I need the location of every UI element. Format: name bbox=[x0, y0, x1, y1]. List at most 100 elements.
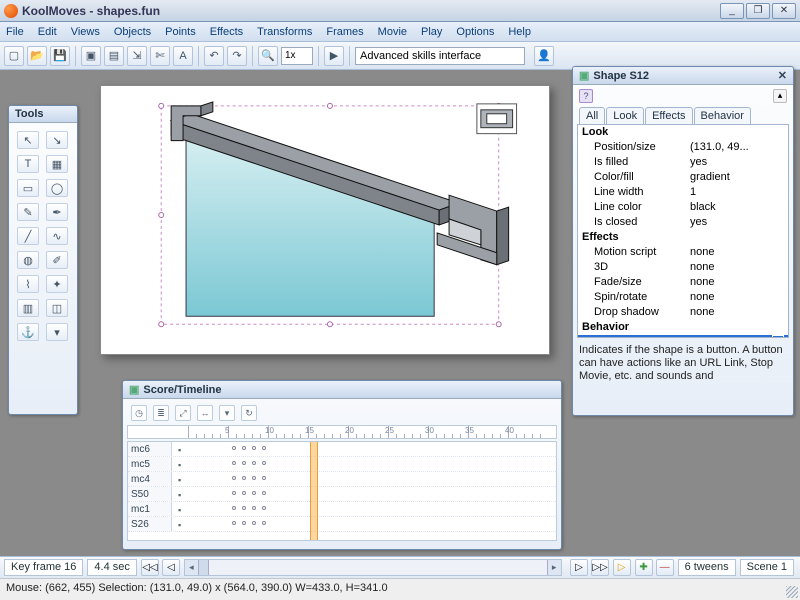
freehand-tool-icon[interactable]: ✎ bbox=[17, 203, 39, 221]
zoom-icon[interactable]: 🔍 bbox=[258, 46, 278, 66]
menu-transforms[interactable]: Transforms bbox=[257, 26, 312, 38]
properties-list[interactable]: LookPosition/size(131.0, 49...Is filledy… bbox=[577, 124, 789, 338]
scene-indicator[interactable]: Scene 1 bbox=[740, 559, 794, 576]
canvas[interactable] bbox=[100, 85, 550, 355]
property-row[interactable]: Drop shadownone bbox=[578, 305, 788, 320]
line-tool-icon[interactable]: ╱ bbox=[17, 227, 39, 245]
text-fx-icon[interactable]: A bbox=[173, 46, 193, 66]
menu-frames[interactable]: Frames bbox=[326, 26, 363, 38]
tab-effects[interactable]: Effects bbox=[645, 107, 692, 124]
save-file-icon[interactable]: 💾 bbox=[50, 46, 70, 66]
dropdown-icon[interactable]: ▾ bbox=[772, 335, 784, 338]
properties-collapse-icon[interactable]: ▴ bbox=[773, 89, 787, 103]
close-button[interactable]: ✕ bbox=[772, 3, 796, 19]
track-row[interactable]: S50▪ bbox=[128, 487, 556, 502]
properties-title[interactable]: ▣ Shape S12 ✕ bbox=[573, 67, 793, 85]
property-row[interactable]: Fade/sizenone bbox=[578, 275, 788, 290]
fill-tool-icon[interactable]: ◍ bbox=[17, 251, 39, 269]
zoom-combo[interactable]: 1x bbox=[281, 47, 313, 65]
tab-behavior[interactable]: Behavior bbox=[694, 107, 751, 124]
pen-tool-icon[interactable]: ✒ bbox=[46, 203, 68, 221]
track-row[interactable]: mc1▪ bbox=[128, 502, 556, 517]
pointer-tool-icon[interactable]: ↖ bbox=[17, 131, 39, 149]
library-icon[interactable]: ▤ bbox=[104, 46, 124, 66]
property-row[interactable]: Line width1 bbox=[578, 185, 788, 200]
tl-loop-icon[interactable]: ↻ bbox=[241, 405, 257, 421]
menu-views[interactable]: Views bbox=[71, 26, 100, 38]
effects-tool-icon[interactable]: ✦ bbox=[46, 275, 68, 293]
component-tool-icon[interactable]: ▥ bbox=[17, 299, 39, 317]
insert-movie-icon[interactable]: ▣ bbox=[81, 46, 101, 66]
menu-movie[interactable]: Movie bbox=[378, 26, 407, 38]
property-row[interactable]: Motion scriptnone bbox=[578, 245, 788, 260]
eyedrop-tool-icon[interactable]: ✐ bbox=[46, 251, 68, 269]
property-row[interactable]: Position/size(131.0, 49... bbox=[578, 140, 788, 155]
timeline-tracks[interactable]: mc6▪mc5▪mc4▪S50▪mc1▪S26▪ bbox=[127, 441, 557, 541]
frame-scrollbar[interactable]: ◂▸ bbox=[184, 559, 562, 576]
prev-frame-button[interactable]: ◁ bbox=[162, 559, 180, 576]
menu-help[interactable]: Help bbox=[508, 26, 531, 38]
play-button[interactable]: ▷ bbox=[613, 559, 631, 576]
redo-icon[interactable]: ↷ bbox=[227, 46, 247, 66]
track-row[interactable]: mc5▪ bbox=[128, 457, 556, 472]
maximize-button[interactable]: ❐ bbox=[746, 3, 770, 19]
tools-palette[interactable]: Tools ↖ ↘ T ▦ ▭ ◯ ✎ ✒ ╱ ∿ ◍ ✐ ⌇ ✦ ▥ ◫ ⚓ … bbox=[8, 105, 78, 415]
next-frame-button[interactable]: ◁ bbox=[570, 559, 588, 576]
add-frame-button[interactable]: ✚ bbox=[635, 559, 653, 576]
new-file-icon[interactable]: ▢ bbox=[4, 46, 24, 66]
menu-effects[interactable]: Effects bbox=[210, 26, 243, 38]
tools-title[interactable]: Tools bbox=[9, 106, 77, 123]
clip-icon[interactable]: ✄ bbox=[150, 46, 170, 66]
track-row[interactable]: S26▪ bbox=[128, 517, 556, 532]
symbol-tool-icon[interactable]: ◫ bbox=[46, 299, 68, 317]
tab-all[interactable]: All bbox=[579, 107, 605, 124]
properties-panel[interactable]: ▣ Shape S12 ✕ ? ▴ All Look Effects Behav… bbox=[572, 66, 794, 416]
remove-frame-button[interactable]: — bbox=[656, 559, 674, 576]
property-row[interactable]: Spin/rotatenone bbox=[578, 290, 788, 305]
track-row[interactable]: mc4▪ bbox=[128, 472, 556, 487]
import-icon[interactable]: ⇲ bbox=[127, 46, 147, 66]
tl-clock-icon[interactable]: ◷ bbox=[131, 405, 147, 421]
shapes-tool-icon[interactable]: ◯ bbox=[46, 179, 68, 197]
text-tool-icon[interactable]: T bbox=[17, 155, 39, 173]
image-tool-icon[interactable]: ▦ bbox=[46, 155, 68, 173]
timeline-panel[interactable]: ▣ Score/Timeline ◷ ≣ ⤢ ↔ ▾ ↻ 51015202530… bbox=[122, 380, 562, 550]
track-row[interactable]: mc6▪ bbox=[128, 442, 556, 457]
goto-last-button[interactable]: ◁◁ bbox=[591, 559, 609, 576]
menu-play[interactable]: Play bbox=[421, 26, 442, 38]
open-file-icon[interactable]: 📂 bbox=[27, 46, 47, 66]
menu-tool-icon[interactable]: ▾ bbox=[46, 323, 68, 341]
preview-icon[interactable]: ▶ bbox=[324, 46, 344, 66]
tab-look[interactable]: Look bbox=[606, 107, 644, 124]
rect-tool-icon[interactable]: ▭ bbox=[17, 179, 39, 197]
goto-first-button[interactable]: ◁◁ bbox=[141, 559, 159, 576]
bone-tool-icon[interactable]: ⌇ bbox=[17, 275, 39, 293]
menu-file[interactable]: File bbox=[6, 26, 24, 38]
menu-edit[interactable]: Edit bbox=[38, 26, 57, 38]
node-tool-icon[interactable]: ↘ bbox=[46, 131, 68, 149]
tl-layers-icon[interactable]: ≣ bbox=[153, 405, 169, 421]
menu-points[interactable]: Points bbox=[165, 26, 196, 38]
tl-span-icon[interactable]: ↔ bbox=[197, 405, 213, 421]
property-row[interactable]: Is filledyes bbox=[578, 155, 788, 170]
property-row[interactable]: Line colorblack bbox=[578, 200, 788, 215]
person-icon[interactable]: 👤 bbox=[534, 46, 554, 66]
property-row[interactable]: Color/fillgradient bbox=[578, 170, 788, 185]
tl-down-icon[interactable]: ▾ bbox=[219, 405, 235, 421]
tl-zoomout-icon[interactable]: ⤢ bbox=[175, 405, 191, 421]
curve-tool-icon[interactable]: ∿ bbox=[46, 227, 68, 245]
properties-help-icon[interactable]: ? bbox=[579, 89, 593, 103]
property-row[interactable]: Is a buttonno▾ bbox=[578, 335, 788, 338]
properties-close-icon[interactable]: ✕ bbox=[778, 69, 787, 82]
property-row[interactable]: Is closedyes bbox=[578, 215, 788, 230]
property-row[interactable]: 3Dnone bbox=[578, 260, 788, 275]
minimize-button[interactable]: _ bbox=[720, 3, 744, 19]
resize-grip-icon[interactable] bbox=[786, 586, 798, 598]
anchor-tool-icon[interactable]: ⚓ bbox=[17, 323, 39, 341]
timeline-ruler[interactable]: 510152025303540 bbox=[127, 425, 557, 439]
tweens-indicator[interactable]: 6 tweens bbox=[678, 559, 736, 576]
timeline-title[interactable]: ▣ Score/Timeline bbox=[123, 381, 561, 399]
skill-mode-combo[interactable]: Advanced skills interface bbox=[355, 47, 525, 65]
menu-objects[interactable]: Objects bbox=[114, 26, 151, 38]
undo-icon[interactable]: ↶ bbox=[204, 46, 224, 66]
